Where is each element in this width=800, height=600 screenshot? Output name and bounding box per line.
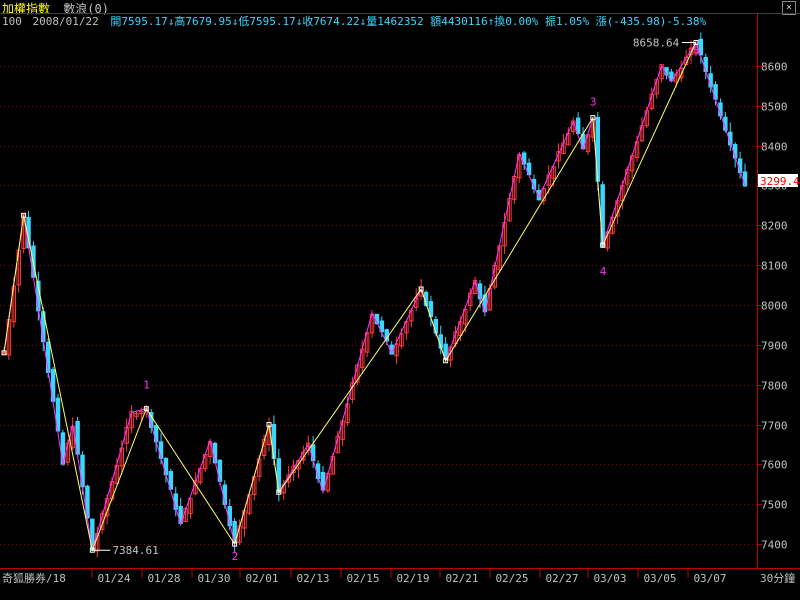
y-tick-label: 8000 <box>761 300 788 313</box>
candle-body <box>742 171 748 187</box>
y-tick-label: 8600 <box>761 61 788 74</box>
x-tick-label: 02/19 <box>396 572 429 585</box>
x-tick-label: 02/27 <box>545 572 578 585</box>
y-tick-label: 7800 <box>761 380 788 393</box>
x-tick-label: 01/24 <box>97 572 130 585</box>
current-price-label: 3299.4 <box>760 175 800 188</box>
wave-number-label-5: 5 <box>693 44 700 57</box>
wave-number-label-3: 3 <box>590 96 597 109</box>
x-tick-label: 01/28 <box>147 572 180 585</box>
candle-body <box>1 352 7 355</box>
x-tick-label: 02/25 <box>495 572 528 585</box>
x-tick-label: 03/07 <box>693 572 726 585</box>
footer-left-label: 奇狐勝券/18 <box>2 571 66 585</box>
candle-body <box>600 184 605 248</box>
x-tick-label: 02/01 <box>245 572 278 585</box>
y-tick-label: 8100 <box>761 260 788 273</box>
y-tick-label: 8500 <box>761 101 788 114</box>
candle-body <box>158 441 164 459</box>
candles-group <box>1 32 748 558</box>
low-price-label: 7384.61 <box>112 544 158 557</box>
y-tick-label: 7600 <box>761 459 788 472</box>
zigzag-line <box>3 42 697 553</box>
x-tick-label: 03/05 <box>643 572 676 585</box>
footer-right-label: 30分鐘 <box>760 571 795 585</box>
high-price-label: 8658.64 <box>633 36 680 49</box>
y-tick-label: 7500 <box>761 499 788 512</box>
y-tick-label: 8400 <box>761 141 788 154</box>
x-tick-label: 02/15 <box>346 572 379 585</box>
y-tick-label: 7400 <box>761 539 788 552</box>
wave-number-label-4: 4 <box>600 265 607 278</box>
x-tick-label: 01/30 <box>197 572 230 585</box>
x-tick-label: 03/03 <box>593 572 626 585</box>
candle-body <box>153 425 159 443</box>
y-tick-label: 7700 <box>761 420 788 433</box>
x-tick-label: 02/13 <box>296 572 329 585</box>
y-tick-label: 7900 <box>761 340 788 353</box>
x-tick-label: 02/21 <box>445 572 478 585</box>
wave-number-label-2: 2 <box>232 550 239 563</box>
candlestick-chart: 7400750076007700780079008000810082008300… <box>0 13 800 585</box>
wave-number-label-1: 1 <box>143 379 150 392</box>
y-tick-label: 8200 <box>761 220 788 233</box>
candle-body <box>703 56 708 72</box>
candle-body <box>310 444 316 462</box>
